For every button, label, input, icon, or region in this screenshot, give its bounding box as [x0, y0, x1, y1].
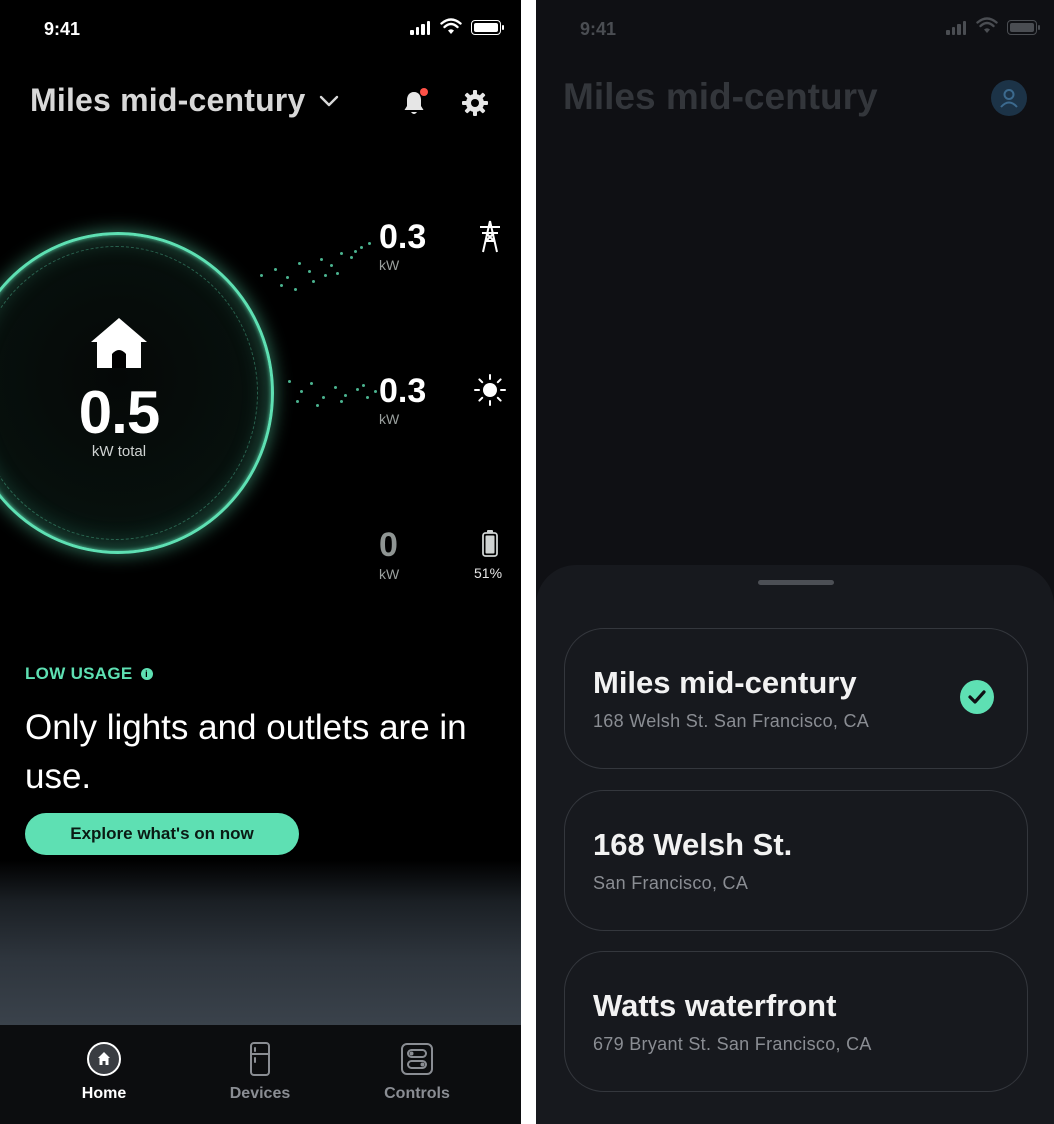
home-picker-sheet: Miles mid-century 168 Welsh St. San Fran…	[536, 565, 1054, 1124]
tab-controls-label: Controls	[384, 1085, 450, 1102]
home-screen: 9:41 Miles mid-century 0.5 kW total 0.3 …	[0, 0, 521, 1124]
home-option-address: San Francisco, CA	[593, 873, 749, 893]
total-value: 0.5	[78, 379, 160, 446]
house-icon	[91, 318, 147, 368]
status-time: 9:41	[44, 19, 81, 39]
info-icon[interactable]: i	[140, 668, 153, 680]
sheet-drag-handle[interactable]	[758, 580, 834, 585]
tab-devices-label: Devices	[229, 1085, 291, 1102]
usage-level-label: LOW USAGE	[25, 664, 133, 683]
gear-icon	[462, 90, 488, 116]
avatar[interactable]	[991, 80, 1027, 116]
status-time: 9:41	[580, 19, 617, 39]
usage-headline: Only lights and outlets are in use.	[25, 708, 467, 796]
checkmark-icon	[960, 680, 994, 714]
page-title: Miles mid-century	[563, 76, 878, 117]
total-usage: 0.5 kW total	[60, 316, 178, 460]
cellular-signal-icon	[946, 21, 966, 35]
grid-value: 0.3	[379, 218, 427, 256]
devices-tab-icon	[250, 1042, 270, 1076]
sun-icon	[474, 374, 506, 406]
home-option-address: 679 Bryant St. San Francisco, CA	[593, 1034, 872, 1054]
explore-button[interactable]: Explore what's on now	[25, 813, 299, 855]
home-selector[interactable]: Miles mid-century	[30, 82, 339, 119]
status-bar: 9:41	[0, 0, 521, 56]
home-tab-icon	[87, 1042, 121, 1076]
battery-status-icon	[1007, 20, 1040, 35]
grid-unit: kW	[379, 257, 400, 273]
tab-home-label: Home	[81, 1085, 127, 1102]
battery-icon	[482, 530, 498, 557]
home-option-address: 168 Welsh St. San Francisco, CA	[593, 711, 870, 731]
solar-value: 0.3	[379, 372, 427, 410]
notification-badge	[420, 88, 428, 96]
wifi-icon	[440, 18, 462, 34]
notifications-button[interactable]	[400, 88, 428, 118]
tab-devices[interactable]: Devices	[205, 1039, 315, 1103]
controls-tab-icon	[401, 1043, 433, 1075]
settings-button[interactable]	[460, 88, 490, 118]
home-option-name: 168 Welsh St.	[593, 827, 793, 862]
power-tower-icon	[480, 220, 500, 253]
battery-value: 0	[379, 526, 398, 564]
battery-status-icon	[471, 20, 504, 35]
cellular-signal-icon	[410, 21, 430, 35]
total-unit: kW total	[91, 443, 147, 460]
home-option[interactable]: Watts waterfront 679 Bryant St. San Fran…	[564, 951, 1028, 1092]
chevron-down-icon	[320, 95, 339, 106]
home-name: Miles mid-century	[30, 82, 306, 118]
wifi-icon	[976, 17, 998, 33]
usage-level: LOW USAGE i	[25, 664, 153, 684]
solar-source-button[interactable]	[472, 372, 508, 408]
grid-flow-particles	[250, 230, 380, 310]
status-bar: 9:41	[536, 0, 1054, 56]
bottom-gradient	[0, 860, 521, 1025]
home-option[interactable]: Miles mid-century 168 Welsh St. San Fran…	[564, 628, 1028, 769]
home-option-name: Watts waterfront	[593, 988, 837, 1023]
tab-bar: Home Devices Controls	[0, 1025, 521, 1124]
tab-home[interactable]: Home	[49, 1039, 159, 1103]
home-picker-screen: 9:41 Miles mid-century Miles mid-century…	[536, 0, 1054, 1124]
battery-unit: kW	[379, 566, 400, 582]
battery-source-button[interactable]	[478, 528, 502, 558]
grid-source-button[interactable]	[476, 218, 504, 254]
home-option[interactable]: 168 Welsh St. San Francisco, CA	[564, 790, 1028, 931]
solar-unit: kW	[379, 411, 400, 427]
home-option-name: Miles mid-century	[593, 665, 857, 700]
tab-controls[interactable]: Controls	[362, 1039, 472, 1103]
battery-percent: 51%	[474, 565, 503, 581]
user-icon	[1000, 89, 1018, 108]
